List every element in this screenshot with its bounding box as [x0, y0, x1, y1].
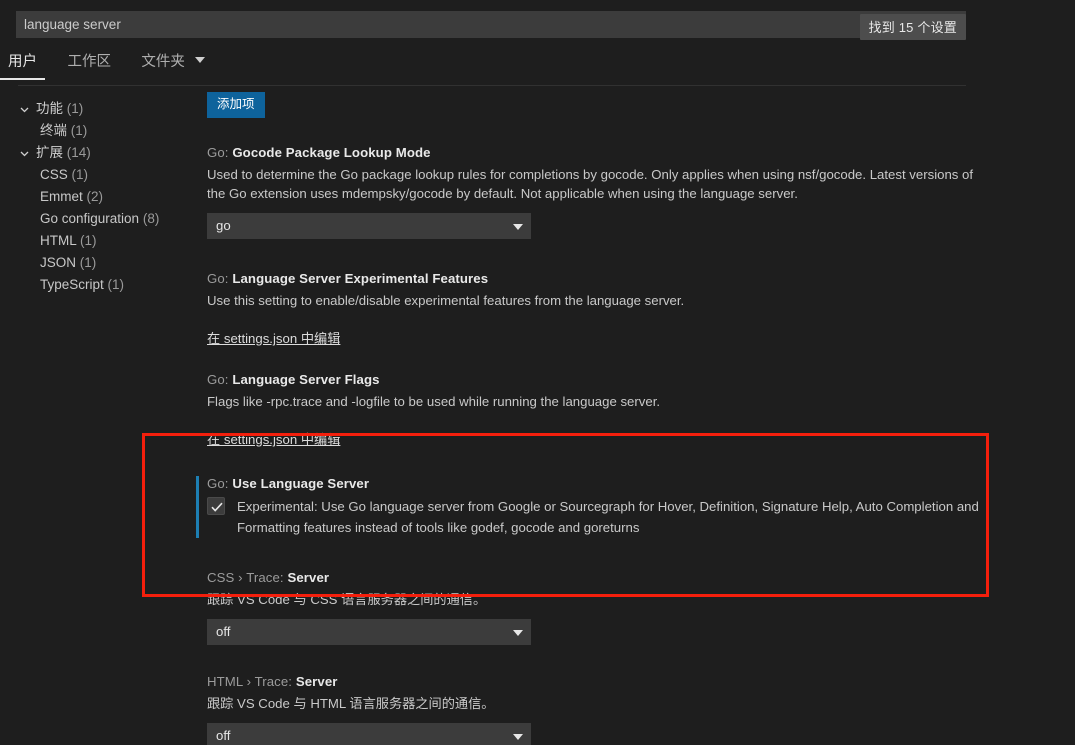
sidebar-group-extensions[interactable]: 扩展 (14) — [0, 142, 195, 164]
setting-title: Go: Language Server Flags — [207, 372, 985, 387]
settings-list[interactable]: 添加项 Go: Gocode Package Lookup Mode Used … — [195, 92, 985, 745]
sidebar-item-terminal-label: 终端 — [40, 123, 67, 138]
sidebar-item-typescript-count: (1) — [107, 277, 125, 292]
settings-editor: 找到 15 个设置 用户 工作区 文件夹 功能 (1) 终端 (1) — [0, 0, 1075, 745]
setting-name: Server — [295, 674, 338, 689]
setting-title: HTML › Trace: Server — [207, 674, 985, 689]
setting-prefix: Go: — [207, 372, 229, 387]
setting-prefix: Go: — [207, 476, 229, 491]
dropdown-value: off — [216, 624, 231, 639]
tab-folder-label: 文件夹 — [141, 54, 185, 70]
setting-description: Used to determine the Go package lookup … — [207, 167, 974, 201]
setting-prefix: Go: — [207, 271, 229, 286]
edit-in-settings-json-link[interactable]: 在 settings.json 中编辑 — [207, 328, 340, 347]
sidebar-group-extensions-count: (14) — [66, 145, 91, 160]
chevron-down-icon — [513, 734, 523, 740]
setting-name: Use Language Server — [232, 476, 370, 491]
sidebar-item-css[interactable]: CSS (1) — [0, 164, 195, 186]
setting-prefix: HTML › Trace: — [207, 674, 293, 689]
dropdown-value: go — [216, 218, 231, 233]
html-trace-server-dropdown[interactable]: off — [207, 723, 531, 745]
tab-user[interactable]: 用户 — [0, 50, 45, 80]
chevron-down-icon — [194, 57, 205, 64]
setting-title: Go: Language Server Experimental Feature… — [207, 271, 985, 286]
setting-description: 跟踪 VS Code 与 CSS 语言服务器之间的通信。 — [207, 592, 487, 607]
chevron-down-icon — [513, 630, 523, 636]
tab-workspace-label: 工作区 — [67, 54, 111, 70]
sidebar-item-emmet-label: Emmet — [40, 189, 83, 204]
sidebar-group-extensions-label: 扩展 — [36, 145, 63, 160]
sidebar-item-go-configuration[interactable]: Go configuration (8) — [0, 208, 195, 230]
sidebar-item-typescript-label: TypeScript — [40, 277, 104, 292]
settings-tree-sidebar: 功能 (1) 终端 (1) 扩展 (14) CSS (1) Emmet (2) … — [0, 98, 195, 296]
sidebar-item-terminal[interactable]: 终端 (1) — [0, 120, 195, 142]
scope-tabs: 用户 工作区 文件夹 — [0, 50, 223, 86]
setting-css-trace-server: CSS › Trace: Server 跟踪 VS Code 与 CSS 语言服… — [195, 570, 985, 645]
check-icon — [211, 502, 223, 512]
sidebar-item-go-configuration-count: (8) — [142, 211, 160, 226]
sidebar-item-html[interactable]: HTML (1) — [0, 230, 195, 252]
chevron-down-icon — [16, 142, 32, 164]
sidebar-group-features-count: (1) — [66, 101, 84, 116]
setting-go-use-language-server: Go: Use Language Server Experimental: Us… — [195, 476, 985, 538]
setting-html-trace-server: HTML › Trace: Server 跟踪 VS Code 与 HTML 语… — [195, 674, 985, 745]
sidebar-item-html-label: HTML — [40, 233, 77, 248]
tab-workspace[interactable]: 工作区 — [59, 50, 119, 80]
search-input[interactable] — [16, 11, 966, 38]
setting-go-gocode-package-lookup-mode: Go: Gocode Package Lookup Mode Used to d… — [195, 145, 985, 239]
sidebar-item-json-count: (1) — [79, 255, 97, 270]
setting-prefix: CSS › Trace: — [207, 570, 284, 585]
setting-prefix: Go: — [207, 145, 229, 160]
gocode-package-lookup-mode-dropdown[interactable]: go — [207, 213, 531, 239]
results-count-badge: 找到 15 个设置 — [859, 14, 966, 40]
sidebar-item-json-label: JSON — [40, 255, 77, 270]
tab-user-label: 用户 — [8, 54, 37, 70]
sidebar-item-html-count: (1) — [80, 233, 97, 248]
use-language-server-checkbox-row: Experimental: Use Go language server fro… — [207, 496, 985, 538]
tabs-divider — [18, 85, 966, 86]
setting-name: Gocode Package Lookup Mode — [232, 145, 431, 160]
use-language-server-checkbox-label: Experimental: Use Go language server fro… — [237, 499, 979, 535]
setting-description: 跟踪 VS Code 与 HTML 语言服务器之间的通信。 — [207, 696, 495, 711]
sidebar-item-go-configuration-label: Go configuration — [40, 211, 140, 226]
tab-folder[interactable]: 文件夹 — [133, 50, 213, 80]
sidebar-item-emmet-count: (2) — [86, 189, 104, 204]
sidebar-group-features[interactable]: 功能 (1) — [0, 98, 195, 120]
add-item-button[interactable]: 添加项 — [207, 92, 265, 118]
sidebar-item-css-label: CSS — [40, 167, 68, 182]
chevron-down-icon — [513, 224, 523, 230]
chevron-down-icon — [16, 98, 32, 120]
css-trace-server-dropdown[interactable]: off — [207, 619, 531, 645]
setting-name: Language Server Experimental Features — [232, 271, 489, 286]
setting-go-language-server-flags: Go: Language Server Flags Flags like -rp… — [195, 372, 985, 449]
dropdown-value: off — [216, 728, 231, 743]
setting-go-language-server-experimental-features: Go: Language Server Experimental Feature… — [195, 271, 985, 348]
sidebar-item-json[interactable]: JSON (1) — [0, 252, 195, 274]
sidebar-item-css-count: (1) — [71, 167, 89, 182]
setting-description: Flags like -rpc.trace and -logfile to be… — [207, 394, 661, 409]
setting-name: Language Server Flags — [232, 372, 380, 387]
setting-title: CSS › Trace: Server — [207, 570, 985, 585]
setting-description: Use this setting to enable/disable exper… — [207, 293, 685, 308]
setting-title: Go: Use Language Server — [207, 476, 985, 491]
setting-title: Go: Gocode Package Lookup Mode — [207, 145, 985, 160]
setting-name: Server — [287, 570, 330, 585]
sidebar-item-terminal-count: (1) — [70, 123, 88, 138]
sidebar-item-emmet[interactable]: Emmet (2) — [0, 186, 195, 208]
edit-in-settings-json-link[interactable]: 在 settings.json 中编辑 — [207, 429, 340, 448]
sidebar-item-typescript[interactable]: TypeScript (1) — [0, 274, 195, 296]
search-row: 找到 15 个设置 — [0, 0, 1075, 46]
use-language-server-checkbox[interactable] — [207, 497, 225, 515]
sidebar-group-features-label: 功能 — [36, 101, 63, 116]
